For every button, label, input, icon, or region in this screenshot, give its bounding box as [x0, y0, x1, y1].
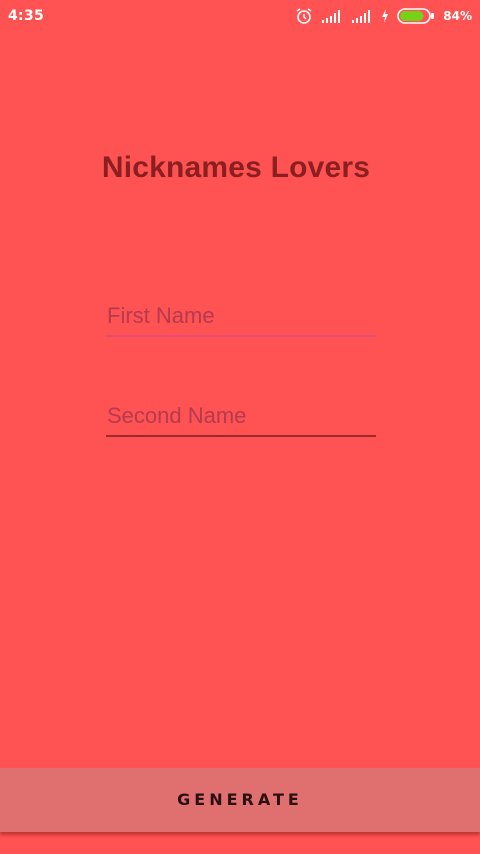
status-time: 4:35	[8, 8, 45, 24]
second-name-input[interactable]	[106, 403, 376, 437]
charging-icon	[381, 9, 389, 23]
battery-icon	[397, 8, 435, 24]
status-bar: 4:35 84%	[0, 0, 480, 34]
alarm-icon	[295, 7, 313, 25]
second-name-field[interactable]	[106, 403, 376, 437]
battery-percent: 84%	[443, 9, 472, 23]
first-name-field[interactable]	[106, 303, 376, 337]
signal-icon	[351, 9, 373, 23]
status-icons: 84%	[295, 7, 472, 25]
generate-button[interactable]: GENERATE	[0, 768, 480, 832]
first-name-input[interactable]	[106, 303, 376, 337]
signal-icon	[321, 9, 343, 23]
app-title: Nicknames Lovers	[101, 151, 371, 184]
